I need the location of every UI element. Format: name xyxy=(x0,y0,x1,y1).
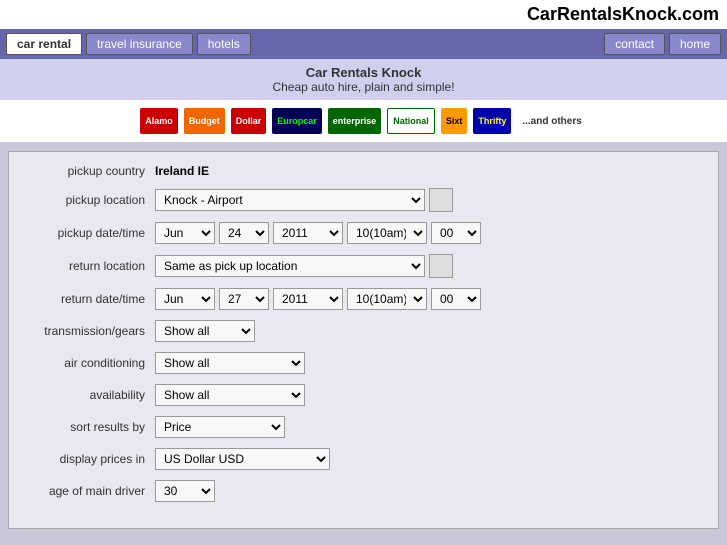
pickup-datetime-label: pickup date/time xyxy=(25,226,155,240)
pickup-hour-select[interactable]: 10(10am):11(11am):12(12pm): xyxy=(347,222,427,244)
partner-europcar: Europcar xyxy=(272,108,322,134)
pickup-location-flag-btn[interactable] xyxy=(429,188,453,212)
pickup-year-select[interactable]: 201120122013 xyxy=(273,222,343,244)
nav-bar: car rental travel insurance hotels conta… xyxy=(0,29,727,59)
return-location-flag-btn[interactable] xyxy=(429,254,453,278)
availability-select[interactable]: Show allAvailable only xyxy=(155,384,305,406)
nav-right: contact home xyxy=(604,33,721,55)
age-label: age of main driver xyxy=(25,484,155,498)
pickup-datetime-row: pickup date/time JunJanFebMar AprMayJulA… xyxy=(25,222,702,244)
sort-select[interactable]: PriceNameRating xyxy=(155,416,285,438)
age-select[interactable]: 30252627 28293540 45506570 xyxy=(155,480,215,502)
partner-enterprise: enterprise xyxy=(328,108,382,134)
pickup-country-row: pickup country Ireland IE xyxy=(25,164,702,178)
nav-left: car rental travel insurance hotels xyxy=(6,33,251,55)
display-prices-group: US Dollar USDEuro EURGBP Pound xyxy=(155,448,330,470)
pickup-day-select[interactable]: 24123 25262728 xyxy=(219,222,269,244)
return-location-label: return location xyxy=(25,259,155,273)
nav-contact[interactable]: contact xyxy=(604,33,665,55)
pickup-datetime-group: JunJanFebMar AprMayJulAug SepOctNovDec 2… xyxy=(155,222,481,244)
pickup-country-value: Ireland IE xyxy=(155,164,209,178)
air-conditioning-label: air conditioning xyxy=(25,356,155,370)
pickup-country-label: pickup country xyxy=(25,164,155,178)
air-conditioning-row: air conditioning Show allWith ACWithout … xyxy=(25,352,702,374)
display-prices-label: display prices in xyxy=(25,452,155,466)
site-header: Car Rentals Knock Cheap auto hire, plain… xyxy=(0,59,727,100)
partner-dollar: Dollar xyxy=(231,108,267,134)
pickup-location-row: pickup location Knock - Airport xyxy=(25,188,702,212)
return-datetime-row: return date/time JunJanFeb 2712 20112012… xyxy=(25,288,702,310)
partner-bar: Alamo Budget Dollar Europcar enterprise … xyxy=(0,100,727,143)
site-title: Car Rentals Knock xyxy=(0,65,727,80)
partner-others: ...and others xyxy=(517,108,586,134)
site-subtitle: Cheap auto hire, plain and simple! xyxy=(0,80,727,94)
nav-hotels[interactable]: hotels xyxy=(197,33,251,55)
return-location-group: Same as pick up location xyxy=(155,254,453,278)
return-datetime-group: JunJanFeb 2712 201120122013 10(10am):11(… xyxy=(155,288,481,310)
sort-group: PriceNameRating xyxy=(155,416,285,438)
return-year-select[interactable]: 201120122013 xyxy=(273,288,343,310)
partner-budget: Budget xyxy=(184,108,225,134)
pickup-country-value-group: Ireland IE xyxy=(155,164,209,178)
pickup-location-group: Knock - Airport xyxy=(155,188,453,212)
pickup-location-label: pickup location xyxy=(25,193,155,207)
nav-car-rental[interactable]: car rental xyxy=(6,33,82,55)
availability-group: Show allAvailable only xyxy=(155,384,305,406)
pickup-location-select[interactable]: Knock - Airport xyxy=(155,189,425,211)
pickup-min-select[interactable]: 00153045 xyxy=(431,222,481,244)
partner-alamo: Alamo xyxy=(140,108,178,134)
partner-sixt: Sixt xyxy=(441,108,468,134)
partner-thrifty: Thrifty xyxy=(473,108,511,134)
transmission-group: Show allAutomaticManual xyxy=(155,320,255,342)
sort-row: sort results by PriceNameRating xyxy=(25,416,702,438)
partner-national: National xyxy=(387,108,435,134)
transmission-row: transmission/gears Show allAutomaticManu… xyxy=(25,320,702,342)
return-min-select[interactable]: 00153045 xyxy=(431,288,481,310)
age-row: age of main driver 30252627 28293540 455… xyxy=(25,480,702,502)
transmission-select[interactable]: Show allAutomaticManual xyxy=(155,320,255,342)
return-location-row: return location Same as pick up location xyxy=(25,254,702,278)
age-group: 30252627 28293540 45506570 xyxy=(155,480,215,502)
nav-home[interactable]: home xyxy=(669,33,721,55)
transmission-label: transmission/gears xyxy=(25,324,155,338)
return-datetime-label: return date/time xyxy=(25,292,155,306)
nav-travel-insurance[interactable]: travel insurance xyxy=(86,33,193,55)
return-hour-select[interactable]: 10(10am):11(11am): xyxy=(347,288,427,310)
pickup-month-select[interactable]: JunJanFebMar AprMayJulAug SepOctNovDec xyxy=(155,222,215,244)
site-brand: CarRentalsKnock.com xyxy=(0,0,727,29)
return-location-select[interactable]: Same as pick up location xyxy=(155,255,425,277)
availability-label: availability xyxy=(25,388,155,402)
return-month-select[interactable]: JunJanFeb xyxy=(155,288,215,310)
search-form: pickup country Ireland IE pickup locatio… xyxy=(8,151,719,529)
currency-select[interactable]: US Dollar USDEuro EURGBP Pound xyxy=(155,448,330,470)
air-conditioning-select[interactable]: Show allWith ACWithout AC xyxy=(155,352,305,374)
return-day-select[interactable]: 2712 xyxy=(219,288,269,310)
availability-row: availability Show allAvailable only xyxy=(25,384,702,406)
sort-label: sort results by xyxy=(25,420,155,434)
display-prices-row: display prices in US Dollar USDEuro EURG… xyxy=(25,448,702,470)
air-conditioning-group: Show allWith ACWithout AC xyxy=(155,352,305,374)
